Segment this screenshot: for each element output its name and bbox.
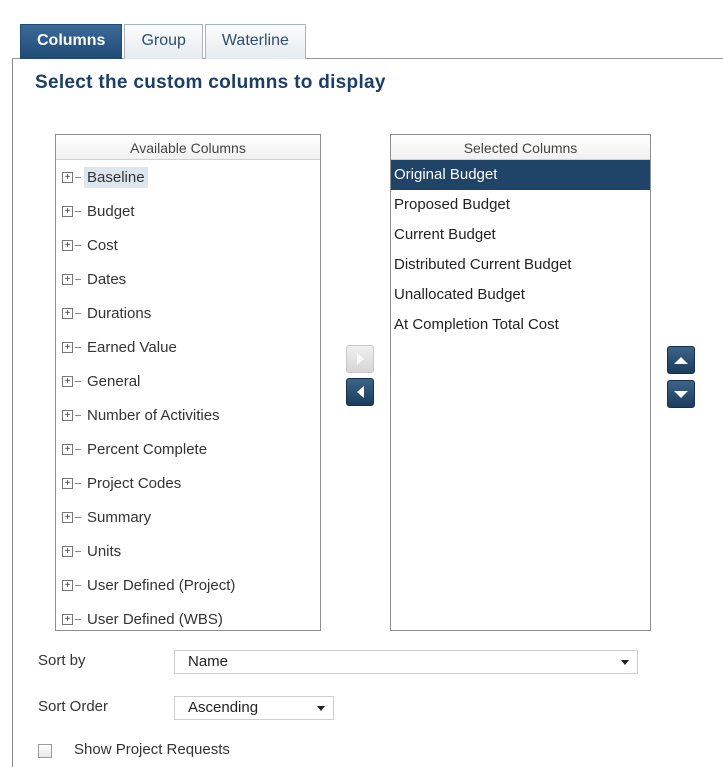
available-column-item[interactable]: + Baseline (56, 160, 320, 194)
move-up-button[interactable] (667, 346, 695, 374)
available-column-item[interactable]: + Earned Value (56, 330, 320, 364)
available-column-label: Durations (87, 304, 152, 322)
available-column-label: User Defined (Project) (87, 576, 236, 594)
available-column-label: Project Codes (87, 474, 182, 492)
plus-icon[interactable]: + (62, 341, 73, 353)
tree-connector (75, 210, 81, 212)
available-column-item[interactable]: + Cost (56, 228, 320, 262)
tree-connector (75, 584, 81, 586)
selected-columns-list[interactable]: Selected Columns Original Budget Proposed… (390, 134, 651, 631)
selected-column-item[interactable]: Distributed Current Budget (391, 250, 650, 280)
plus-icon[interactable]: + (62, 307, 73, 319)
selected-column-item[interactable]: Unallocated Budget (391, 280, 650, 310)
selected-column-item[interactable]: Current Budget (391, 220, 650, 250)
tab-columns[interactable]: Columns (20, 24, 123, 59)
available-column-item[interactable]: + Number of Activities (56, 398, 320, 432)
remove-column-button[interactable] (346, 378, 374, 406)
available-column-item[interactable]: + Units (56, 534, 320, 568)
selected-column-item[interactable]: At Completion Total Cost (391, 310, 650, 340)
tree-connector (75, 278, 81, 280)
selected-columns-header: Selected Columns (391, 135, 650, 160)
plus-icon[interactable]: + (62, 579, 73, 591)
tree-connector (75, 618, 81, 620)
sort-by-value: Name (188, 653, 229, 670)
selected-columns-items: Original Budget Proposed Budget Current Bu… (391, 160, 650, 340)
available-column-label: Units (87, 542, 122, 560)
plus-icon[interactable]: + (62, 545, 73, 557)
arrow-up-icon (674, 356, 688, 364)
available-column-label: Baseline (84, 166, 148, 188)
tree-connector (75, 346, 81, 348)
available-column-label: Cost (87, 236, 118, 254)
available-column-label: Dates (87, 270, 127, 288)
tree-connector (75, 448, 81, 450)
tab-bar: Columns Group Waterline (20, 24, 308, 59)
plus-icon[interactable]: + (62, 511, 73, 523)
tree-connector (75, 414, 81, 416)
show-project-requests-checkbox[interactable] (38, 744, 52, 758)
available-column-label: Earned Value (87, 338, 177, 356)
available-column-item[interactable]: + Budget (56, 194, 320, 228)
available-column-label: Percent Complete (87, 440, 208, 458)
available-column-item[interactable]: + Durations (56, 296, 320, 330)
selected-column-item[interactable]: Proposed Budget (391, 190, 650, 220)
plus-icon[interactable]: + (62, 171, 73, 183)
plus-icon[interactable]: + (62, 613, 73, 625)
plus-icon[interactable]: + (62, 375, 73, 387)
sort-by-label: Sort by (38, 652, 86, 669)
sort-order-value: Ascending (188, 699, 259, 716)
available-columns-header: Available Columns (56, 135, 320, 160)
plus-icon[interactable]: + (62, 239, 73, 251)
plus-icon[interactable]: + (62, 443, 73, 455)
available-columns-list[interactable]: Available Columns + Baseline + Budget + Cost +… (55, 134, 321, 631)
available-column-item[interactable]: + General (56, 364, 320, 398)
arrow-left-icon (356, 386, 364, 398)
selected-column-item[interactable]: Original Budget (391, 160, 650, 190)
tab-waterline[interactable]: Waterline (204, 24, 306, 59)
tree-connector (75, 380, 81, 382)
available-column-label: Summary (87, 508, 152, 526)
available-column-label: Number of Activities (87, 406, 220, 424)
chevron-down-icon (317, 706, 325, 711)
available-column-item[interactable]: + User Defined (Project) (56, 568, 320, 602)
tree-connector (75, 482, 81, 484)
available-column-item[interactable]: + Project Codes (56, 466, 320, 500)
plus-icon[interactable]: + (62, 477, 73, 489)
tree-connector (75, 312, 81, 314)
sort-order-select[interactable]: Ascending (174, 696, 334, 720)
available-column-item[interactable]: + User Defined (WBS) (56, 602, 320, 636)
tree-connector (75, 176, 81, 178)
sort-order-label: Sort Order (38, 698, 109, 715)
available-column-item[interactable]: + Dates (56, 262, 320, 296)
available-column-label: General (87, 372, 141, 390)
available-column-label: Budget (87, 202, 135, 220)
available-column-item[interactable]: + Summary (56, 500, 320, 534)
plus-icon[interactable]: + (62, 273, 73, 285)
available-column-item[interactable]: + Percent Complete (56, 432, 320, 466)
sort-by-select[interactable]: Name (174, 650, 638, 674)
move-down-button[interactable] (667, 380, 695, 408)
tree-connector (75, 550, 81, 552)
plus-icon[interactable]: + (62, 205, 73, 217)
available-columns-tree: + Baseline + Budget + Cost + Dates + Durations + Ea… (56, 160, 320, 636)
show-project-requests-label: Show Project Requests (74, 741, 230, 758)
section-title: Select the custom columns to display (35, 72, 386, 93)
tree-connector (75, 516, 81, 518)
available-column-label: User Defined (WBS) (87, 610, 223, 628)
chevron-down-icon (621, 660, 629, 665)
tree-connector (75, 244, 81, 246)
arrow-right-icon (356, 353, 364, 365)
tab-group[interactable]: Group (124, 24, 203, 59)
add-column-button[interactable] (346, 345, 374, 373)
plus-icon[interactable]: + (62, 409, 73, 421)
arrow-down-icon (674, 390, 688, 398)
